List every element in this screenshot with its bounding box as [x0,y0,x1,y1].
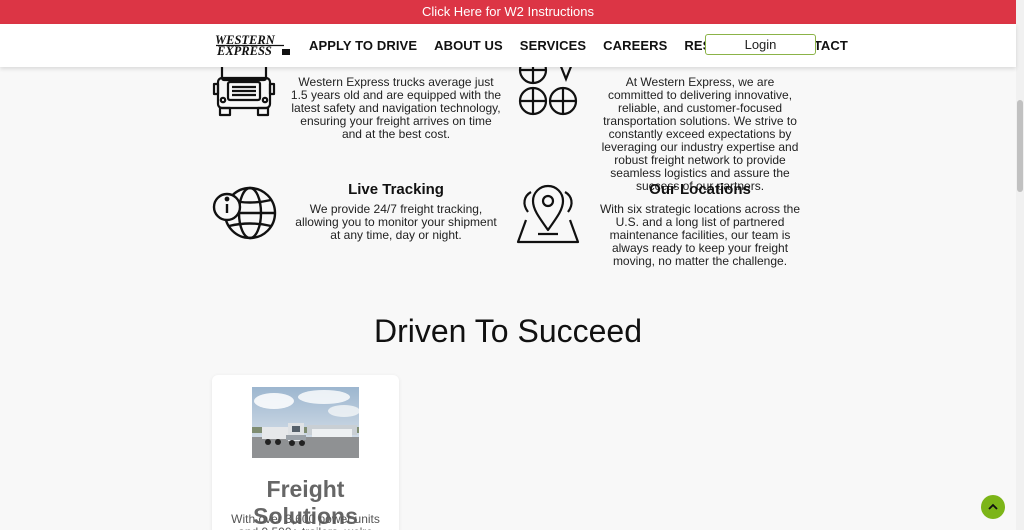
nav-about-us[interactable]: ABOUT US [434,38,503,53]
nav-services[interactable]: SERVICES [520,38,586,53]
nav-careers[interactable]: CAREERS [603,38,667,53]
feature-locations-title: Our Locations [649,181,751,198]
tracking-globe-icon [212,186,277,240]
scrollbar-thumb[interactable] [1017,100,1023,192]
feature-tracking-text: We provide 24/7 freight tracking, allowi… [295,202,497,242]
feature-tracking-title: Live Tracking [348,181,444,198]
login-button[interactable]: Login [705,34,816,55]
feature-locations-text: With six strategic locations across the … [599,202,801,268]
location-map-icon [516,184,580,244]
feature-trucks-text: Western Express trucks average just 1.5 … [290,75,502,141]
truck-icon [212,62,276,117]
truck-photo [252,387,359,458]
card-text: With over 3,600 power units and 9,500+ t… [231,512,380,530]
page-scrollbar[interactable] [1016,0,1024,530]
announcement-link[interactable]: Click Here for W2 Instructions [422,4,594,19]
chevron-up-icon [988,503,998,510]
announcement-bar[interactable]: Click Here for W2 Instructions [0,0,1016,24]
section-title: Driven To Succeed [374,313,642,349]
nav-apply-to-drive[interactable]: APPLY TO DRIVE [309,38,417,53]
feature-commitment-text: At Western Express, we are committed to … [601,75,799,193]
scroll-to-top-button[interactable] [981,495,1005,519]
site-header: WESTERN EXPRESS APPLY TO DRIVE ABOUT US … [0,24,1016,67]
western-express-logo[interactable]: WESTERN EXPRESS [214,33,292,57]
freight-solutions-card[interactable]: Freight Solutions With over 3,600 power … [212,375,399,530]
